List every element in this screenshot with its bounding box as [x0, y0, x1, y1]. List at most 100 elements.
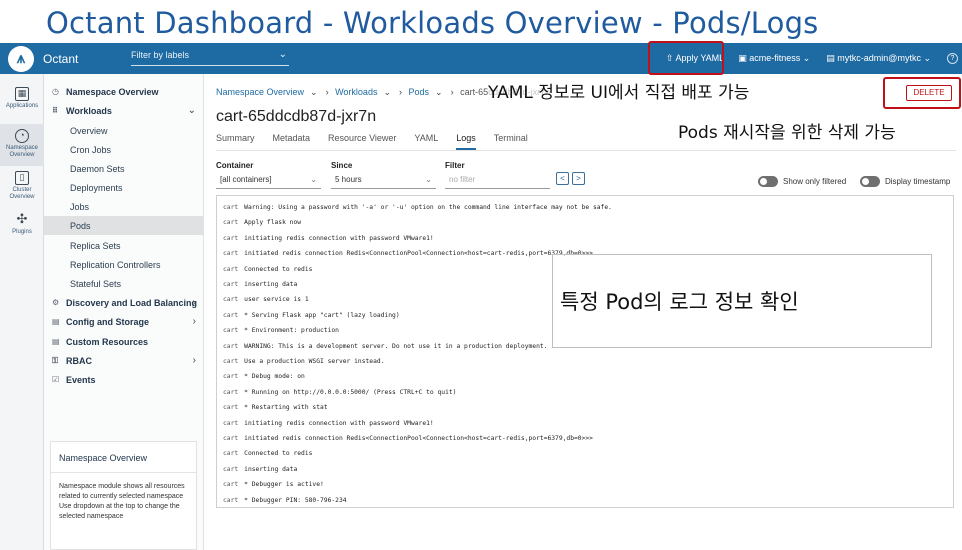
log-line: cart Connected to redis [223, 450, 312, 457]
clock-icon: ◷ [52, 87, 59, 96]
tabs-divider [216, 150, 956, 151]
sidebar-item-label: Overview [70, 125, 108, 136]
sidebar-item-label: Namespace Overview [66, 86, 159, 97]
context-selector[interactable]: ▤ mytkc-admin@mytkc ⌄ [826, 53, 931, 64]
log-line: cart * Running on http://0.0.0.0:5000/ (P… [223, 389, 456, 396]
sidebar-item-discovery[interactable]: ⚙ Discovery and Load Balancing › [44, 293, 204, 312]
log-container-name: cart [223, 450, 239, 458]
log-text: * Debugger PIN: 580-796-234 [244, 496, 347, 504]
since-field: Since 5 hours ⌄ [331, 161, 436, 189]
log-text: Connected to redis [244, 265, 313, 273]
show-only-filtered-toggle[interactable]: Show only filtered [758, 176, 846, 187]
sidebar-item-label: Custom Resources [66, 336, 149, 347]
log-line: cart * Debugger PIN: 580-796-234 [223, 497, 347, 504]
label-filter-input[interactable]: Filter by labels ⌄ [131, 48, 289, 66]
breadcrumb-separator: › [399, 87, 402, 97]
sidebar-item-label: Stateful Sets [70, 278, 122, 289]
rail-applications[interactable]: ▦ Applications [0, 87, 44, 110]
yaml-annotation-text: YAML 정보로 UI에서 직접 배포 가능 [488, 78, 750, 103]
sidebar-item-config-storage[interactable]: ▤ Config and Storage › [44, 312, 204, 331]
log-line: cart Use a production WSGI server instead… [223, 358, 384, 365]
namespace-selector[interactable]: ▣ acme-fitness ⌄ [738, 53, 810, 64]
sidebar-item-namespace-overview[interactable]: ◷ Namespace Overview [44, 82, 204, 101]
help-icon[interactable]: ? [947, 53, 958, 64]
since-value: 5 hours [335, 175, 362, 184]
toggle-label: Show only filtered [783, 177, 847, 186]
display-timestamp-toggle[interactable]: Display timestamp [860, 176, 950, 187]
rail-label: Namespace Overview [5, 145, 38, 158]
log-container-name: cart [223, 327, 239, 335]
app-rail: ▦ Applications ◔ Namespace Overview ▯ Cl… [0, 74, 44, 550]
log-text: user service is 1 [244, 296, 309, 304]
tab-resource-viewer[interactable]: Resource Viewer [328, 133, 396, 150]
sidebar-item-label: Cron Jobs [70, 144, 112, 155]
sidebar-item-label: Replication Controllers [70, 259, 161, 270]
octant-logo-icon[interactable]: ⩚ [8, 45, 34, 72]
sidebar-item-custom-resources[interactable]: ▤ Custom Resources [44, 332, 204, 351]
tab-metadata[interactable]: Metadata [273, 133, 311, 150]
container-label: Container [216, 161, 254, 170]
log-text: * Running on http://0.0.0.0:5000/ (Press… [244, 388, 457, 396]
log-container-name: cart [223, 358, 239, 365]
rail-namespace-overview[interactable]: ◔ Namespace Overview [0, 124, 44, 166]
log-text: * Environment: production [244, 327, 339, 335]
sidebar-item-label: Events [66, 374, 96, 385]
next-match-button[interactable]: > [572, 172, 585, 185]
log-viewer[interactable]: cart Warning: Using a password with '-a' … [216, 195, 954, 508]
namespace-icon: ▣ [738, 53, 750, 63]
sidebar-item-overview[interactable]: Overview [44, 121, 204, 140]
sidebar-item-daemon-sets[interactable]: Daemon Sets [44, 159, 204, 178]
sidebar-item-label: Deployments [70, 182, 123, 193]
chevron-down-icon: ⌄ [310, 175, 317, 184]
sidebar-item-label: Config and Storage [66, 316, 149, 327]
log-line: cart initiating redis connection with pas… [223, 420, 434, 427]
sidebar-item-rbac[interactable]: ⚿ RBAC › [44, 351, 204, 370]
log-text: initiated redis connection Redis<Connect… [244, 250, 593, 258]
brand-name[interactable]: Octant [43, 52, 78, 66]
since-select[interactable]: 5 hours ⌄ [331, 175, 436, 189]
filter-field: Filter no filter [445, 161, 550, 189]
log-line: cart Connected to redis [223, 266, 312, 273]
breadcrumb-pods[interactable]: Pods [409, 87, 430, 97]
log-container-name: cart [223, 204, 239, 211]
storage-icon: ▤ [52, 317, 60, 326]
tab-yaml[interactable]: YAML [414, 133, 438, 150]
log-text: Use a production WSGI server instead. [244, 358, 385, 365]
filter-input[interactable]: no filter [445, 175, 550, 189]
gear-icon: ⚙ [52, 298, 60, 307]
context-label: mytkc-admin@mytkc [837, 53, 921, 63]
cluster-icon: ▯ [15, 171, 29, 185]
delete-annotation-text: Pods 재시작을 위한 삭제 가능 [678, 118, 896, 143]
chevron-right-icon: › [192, 297, 196, 308]
card-divider [51, 472, 196, 473]
rail-cluster-overview[interactable]: ▯ Cluster Overview [0, 171, 44, 201]
log-line: cart initiated redis connection Redis<Con… [223, 435, 593, 442]
sidebar-item-stateful-sets[interactable]: Stateful Sets [44, 274, 204, 293]
container-select[interactable]: [all containers] ⌄ [216, 175, 321, 189]
breadcrumb-workloads[interactable]: Workloads [335, 87, 377, 97]
tab-summary[interactable]: Summary [216, 133, 255, 150]
container-field: Container [all containers] ⌄ [216, 161, 321, 189]
log-container-name: cart [223, 404, 239, 412]
rail-plugins[interactable]: ✣ Plugins [0, 212, 44, 236]
log-container-name: cart [223, 342, 239, 350]
log-text: inserting data [244, 281, 298, 288]
toggle-switch-icon [860, 176, 880, 187]
sidebar-item-replica-sets[interactable]: Replica Sets [44, 236, 204, 255]
sidebar-item-events[interactable]: ☑ Events [44, 370, 204, 389]
breadcrumb-namespace-overview[interactable]: Namespace Overview [216, 87, 304, 97]
log-text: initiating redis connection with passwor… [244, 419, 434, 427]
sidebar-item-cron-jobs[interactable]: Cron Jobs [44, 140, 204, 159]
tab-terminal[interactable]: Terminal [494, 133, 528, 150]
card-title: Namespace Overview [59, 453, 148, 463]
chevron-down-icon: ⌄ [383, 87, 391, 97]
sidebar-item-replication-controllers[interactable]: Replication Controllers [44, 255, 204, 274]
log-container-name: cart [223, 265, 239, 273]
sidebar-item-workloads[interactable]: ⠿ Workloads ⌄ [44, 101, 204, 120]
sidebar-item-jobs[interactable]: Jobs [44, 197, 204, 216]
gauge-icon: ◔ [15, 129, 29, 143]
sidebar-item-pods[interactable]: Pods [44, 216, 204, 235]
previous-match-button[interactable]: < [556, 172, 569, 185]
sidebar-item-deployments[interactable]: Deployments [44, 178, 204, 197]
tab-logs[interactable]: Logs [456, 133, 476, 150]
